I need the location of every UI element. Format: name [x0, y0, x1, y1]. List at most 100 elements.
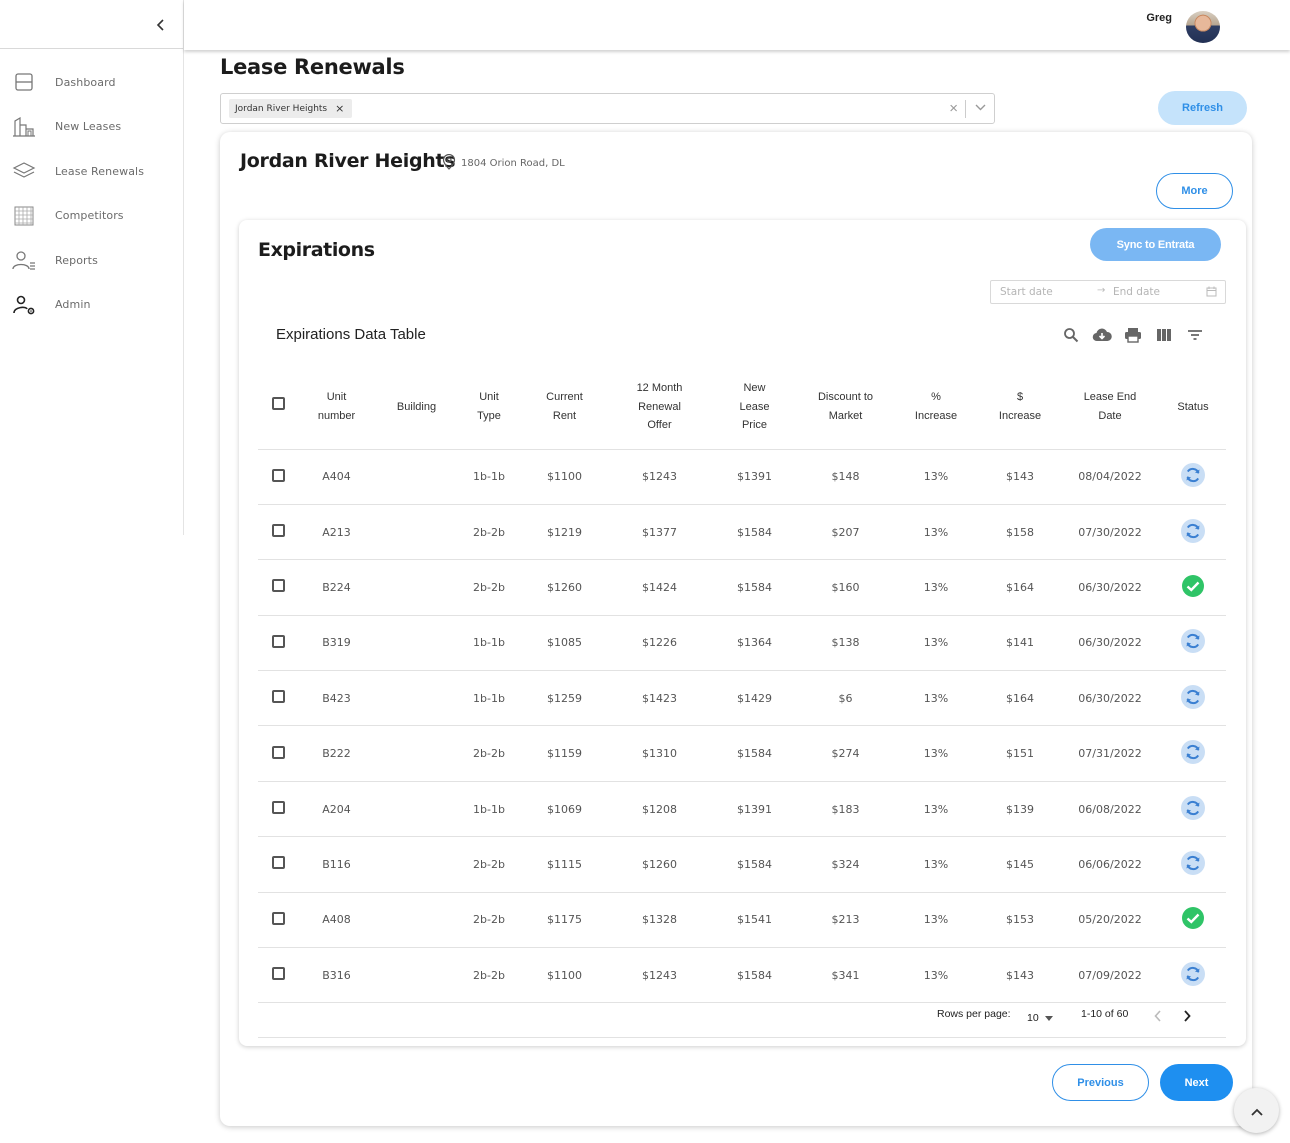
column-header[interactable]: New Lease Price: [710, 365, 799, 450]
renewal-offer-cell: $1328: [609, 892, 710, 949]
column-header[interactable]: 12 Month Renewal Offer: [609, 365, 710, 450]
sync-icon[interactable]: [1181, 629, 1205, 654]
row-checkbox[interactable]: [271, 468, 285, 482]
scroll-to-top-button[interactable]: [1234, 1088, 1279, 1133]
column-header[interactable]: Current Rent: [520, 365, 609, 450]
dollar-increase-cell: $145: [980, 836, 1060, 893]
building-cell: [375, 725, 458, 782]
table-row[interactable]: B316 2b-2b $1100 $1243 $1584 $341 13% $143 07/09…: [258, 947, 1226, 1004]
search-icon[interactable]: [1060, 324, 1081, 345]
more-button[interactable]: More: [1156, 173, 1233, 209]
column-header[interactable]: % Increase: [892, 365, 980, 450]
row-checkbox[interactable]: [271, 911, 285, 925]
user-list-icon: [12, 248, 36, 272]
row-checkbox[interactable]: [271, 801, 285, 815]
chevron-left-icon[interactable]: [150, 14, 172, 36]
unit-type-cell: 1b-1b: [458, 781, 520, 838]
check-circle-icon[interactable]: [1181, 574, 1205, 598]
status-cell: [1160, 559, 1226, 616]
check-circle-icon[interactable]: [1181, 906, 1205, 930]
unit-number-cell: B319: [298, 615, 375, 672]
current-rent-cell: $1100: [520, 449, 609, 505]
status-cell: [1160, 615, 1226, 672]
column-header[interactable]: Status: [1160, 365, 1226, 450]
column-header[interactable]: Lease End Date: [1060, 365, 1160, 450]
table-row[interactable]: B423 1b-1b $1259 $1423 $1429 $6 13% $164 06/30/2…: [258, 670, 1226, 727]
calendar-icon: [1206, 286, 1217, 300]
unit-type-cell: 2b-2b: [458, 947, 520, 1004]
sync-icon[interactable]: [1181, 463, 1205, 488]
previous-page-icon[interactable]: [1154, 1010, 1162, 1025]
row-select-cell: [258, 449, 298, 505]
next-page-icon[interactable]: [1183, 1010, 1191, 1025]
arrow-right-icon: →: [1097, 285, 1106, 296]
sidebar-item-reports[interactable]: Reports: [0, 238, 183, 283]
discount-cell: $148: [799, 449, 892, 505]
table-row[interactable]: A213 2b-2b $1219 $1377 $1584 $207 13% $158 07/30…: [258, 504, 1226, 561]
select-separator: [965, 100, 966, 118]
dollar-increase-cell: $164: [980, 670, 1060, 727]
columns-icon[interactable]: [1153, 324, 1174, 345]
percent-increase-cell: 13%: [892, 781, 980, 838]
sync-icon[interactable]: [1181, 795, 1205, 820]
column-header[interactable]: Building: [375, 365, 458, 450]
end-date-input[interactable]: End date: [1113, 286, 1160, 298]
row-checkbox[interactable]: [271, 634, 285, 648]
row-select-cell: [258, 670, 298, 727]
previous-button[interactable]: Previous: [1052, 1064, 1149, 1101]
select-all-checkbox[interactable]: [271, 397, 285, 410]
next-button[interactable]: Next: [1160, 1064, 1233, 1101]
row-checkbox[interactable]: [271, 690, 285, 704]
sync-to-entrata-button[interactable]: Sync to Entrata: [1090, 228, 1221, 261]
table-header-row: Unit number Building Unit Type Current Rent…: [258, 365, 1226, 450]
download-icon[interactable]: [1091, 324, 1112, 345]
table-row[interactable]: B116 2b-2b $1115 $1260 $1584 $324 13% $145 06/06…: [258, 836, 1226, 893]
start-date-input[interactable]: Start date: [1000, 286, 1053, 298]
rows-per-page-select[interactable]: 10: [1027, 1012, 1053, 1024]
sidebar-item-dashboard[interactable]: Dashboard: [0, 60, 183, 105]
chevron-down-icon[interactable]: [975, 100, 986, 114]
new-lease-price-cell: $1429: [710, 670, 799, 727]
row-checkbox[interactable]: [271, 579, 285, 593]
column-header[interactable]: Unit Type: [458, 365, 520, 450]
print-icon[interactable]: [1122, 324, 1143, 345]
sidebar-item-competitors[interactable]: Competitors: [0, 194, 183, 239]
sidebar-item-new-leases[interactable]: New Leases: [0, 105, 183, 150]
top-bar: Greg: [184, 0, 1290, 50]
sync-icon[interactable]: [1181, 684, 1205, 709]
new-lease-price-cell: $1541: [710, 892, 799, 949]
chevron-up-icon: [1250, 1103, 1263, 1119]
sync-icon[interactable]: [1181, 961, 1205, 986]
row-checkbox[interactable]: [271, 967, 285, 981]
column-header[interactable]: Unit number: [298, 365, 375, 450]
divider: [258, 1037, 1226, 1038]
sidebar-item-admin[interactable]: Admin: [0, 283, 183, 328]
chip-remove-icon[interactable]: ×: [335, 102, 344, 115]
sync-icon[interactable]: [1181, 518, 1205, 543]
column-header[interactable]: $ Increase: [980, 365, 1060, 450]
date-range-picker[interactable]: Start date → End date: [990, 280, 1226, 304]
sync-icon[interactable]: [1181, 740, 1205, 765]
row-checkbox[interactable]: [271, 856, 285, 870]
table-row[interactable]: B224 2b-2b $1260 $1424 $1584 $160 13% $164 06/30…: [258, 559, 1226, 616]
table-row[interactable]: A204 1b-1b $1069 $1208 $1391 $183 13% $139 06/08…: [258, 781, 1226, 838]
status-cell: [1160, 670, 1226, 727]
table-row[interactable]: A408 2b-2b $1175 $1328 $1541 $213 13% $153 05/20…: [258, 892, 1226, 949]
sync-icon[interactable]: [1181, 850, 1205, 875]
row-checkbox[interactable]: [271, 745, 285, 759]
user-name[interactable]: Greg: [1146, 12, 1172, 24]
clear-icon[interactable]: ×: [949, 100, 958, 117]
sidebar-item-lease-renewals[interactable]: Lease Renewals: [0, 149, 183, 194]
current-rent-cell: $1175: [520, 892, 609, 949]
row-select-cell: [258, 892, 298, 949]
filter-icon[interactable]: [1184, 324, 1205, 345]
table-row[interactable]: B222 2b-2b $1159 $1310 $1584 $274 13% $151 07/31…: [258, 725, 1226, 782]
row-checkbox[interactable]: [271, 524, 285, 538]
table-row[interactable]: A404 1b-1b $1100 $1243 $1391 $148 13% $143 08/04…: [258, 449, 1226, 505]
avatar[interactable]: [1186, 11, 1220, 43]
refresh-button[interactable]: Refresh: [1158, 91, 1247, 125]
table-row[interactable]: B319 1b-1b $1085 $1226 $1364 $138 13% $141 06/30…: [258, 615, 1226, 672]
property-select[interactable]: Jordan River Heights × ×: [220, 93, 995, 124]
column-header[interactable]: Discount to Market: [799, 365, 892, 450]
sidebar-nav: Dashboard New Leases Lease Renewals Comp…: [0, 60, 183, 327]
